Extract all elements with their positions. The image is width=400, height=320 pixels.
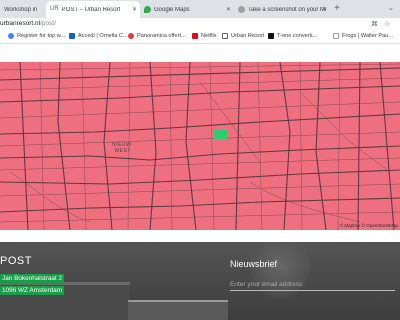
bookmark-favicon-icon <box>128 33 134 39</box>
close-tab-icon[interactable]: ✕ <box>132 6 137 13</box>
new-tab-button[interactable]: + <box>334 3 340 15</box>
tab-label: Take a screenshot on your Mac <box>248 6 326 13</box>
address-line-1: Jan Bokenhalstraat 2 <box>0 274 65 283</box>
bookmark-label: Frogs | Walter Pau... <box>342 33 393 39</box>
bookmark-favicon-icon <box>8 33 14 39</box>
url-host: urbanresort.nl <box>0 20 41 27</box>
bookmark-item[interactable]: Urban Resort <box>222 33 264 39</box>
bookmark-star-icon[interactable]: ☆ <box>384 20 390 28</box>
bookmark-label: Urban Resort <box>231 33 265 39</box>
location-map[interactable]: NIEUW- WEST © Mapbox © OpenStreetMap <box>0 62 400 230</box>
bookmark-label: Panoramica offert... <box>137 33 186 39</box>
map-attribution[interactable]: © Mapbox © OpenStreetMap <box>340 223 398 228</box>
tab-label: Google Maps <box>154 6 190 13</box>
document-icon <box>333 33 339 39</box>
bookmark-label: Netflix <box>201 33 217 39</box>
url-field[interactable]: urbanresort.nl/post/ <box>0 20 56 27</box>
location-marker[interactable] <box>214 130 227 139</box>
footer-title: POST <box>0 255 32 267</box>
tab-google-maps[interactable]: Google Maps ✕ <box>140 1 234 18</box>
google-maps-icon <box>144 6 151 13</box>
bookmark-favicon-icon <box>268 33 274 39</box>
bookmark-item[interactable]: T-one converti... <box>268 33 317 39</box>
translate-icon[interactable]: ⌘ <box>371 20 378 28</box>
bookmark-item[interactable]: Accedi | Ornella C... <box>69 33 128 39</box>
tab-label: POST – Urban Resort <box>61 6 121 13</box>
bookmark-label: Accedi | Ornella C... <box>78 33 128 39</box>
tab-label: Workshop in <box>4 6 38 13</box>
bookmark-item[interactable]: Netflix <box>192 33 217 39</box>
urban-resort-logo-icon: UR <box>50 6 59 12</box>
newsletter-title: Nieuwsbrief <box>230 259 278 269</box>
bookmark-item[interactable]: Register for top w... <box>8 33 65 39</box>
apple-icon <box>238 6 245 13</box>
map-district-label: NIEUW- WEST <box>112 142 133 154</box>
bookmarks-bar: Register for top w... Accedi | Ornella C… <box>0 31 400 44</box>
bookmark-label: T-one converti... <box>277 33 318 39</box>
tab-post-urban-resort[interactable]: UR POST – Urban Resort ✕ <box>46 1 140 18</box>
address-bar: urbanresort.nl/post/ ⌘ ☆ <box>0 18 400 31</box>
map-label-line: WEST <box>114 148 131 154</box>
newsletter-email-input[interactable] <box>230 279 395 291</box>
bookmark-item[interactable]: Panoramica offert... <box>128 33 186 39</box>
url-path: /post/ <box>40 20 57 27</box>
tab-search-icon[interactable]: ⌄ <box>388 4 394 12</box>
tab-workshop[interactable]: Workshop in <box>0 1 46 18</box>
bookmark-item[interactable]: Frogs | Walter Pau... <box>333 33 393 39</box>
close-tab-icon[interactable]: ✕ <box>226 6 231 13</box>
close-tab-icon[interactable]: ✕ <box>322 6 327 13</box>
bookmark-label: Register for top w... <box>17 33 66 39</box>
bookmark-favicon-icon <box>69 33 75 39</box>
tab-screenshot-mac[interactable]: Take a screenshot on your Mac ✕ <box>234 1 330 18</box>
netflix-icon <box>192 33 198 39</box>
site-footer: POST Jan Bokenhalstraat 2 1096 WZ Amster… <box>0 242 400 320</box>
address-line-2: 1096 WZ Amsterdam <box>0 286 65 295</box>
footer-photo-tree <box>250 242 310 302</box>
map-streets <box>0 62 400 230</box>
footer-photo-building-annex <box>128 300 228 320</box>
tab-strip: Workshop in UR POST – Urban Resort ✕ Goo… <box>0 0 400 18</box>
urban-resort-logo-icon <box>222 33 228 39</box>
